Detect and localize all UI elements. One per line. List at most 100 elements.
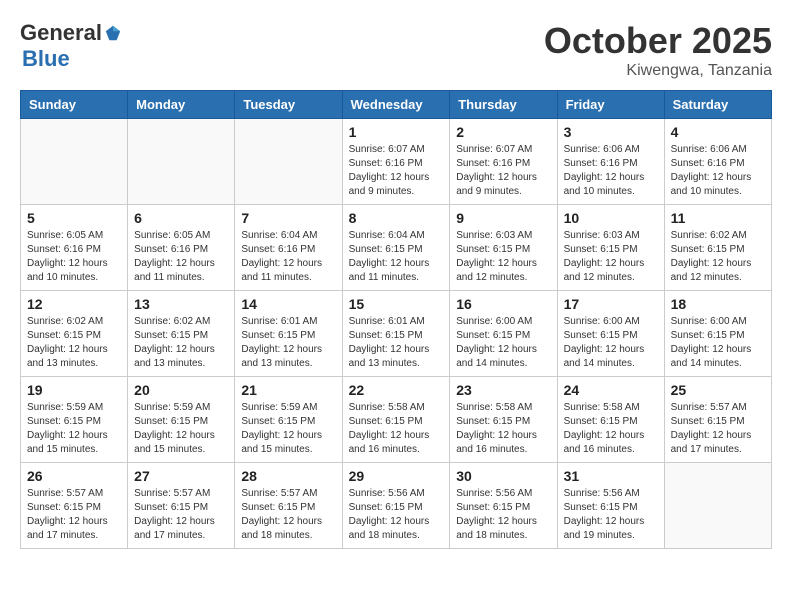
day-number: 2 — [456, 124, 550, 140]
calendar-cell: 22 Sunrise: 5:58 AM Sunset: 6:15 PM Dayli… — [342, 377, 450, 463]
logo-general-text: General — [20, 20, 102, 46]
day-info: Sunrise: 5:59 AM Sunset: 6:15 PM Dayligh… — [134, 401, 228, 457]
month-title: October 2025 — [544, 20, 772, 62]
day-info: Sunrise: 6:05 AM Sunset: 6:16 PM Dayligh… — [134, 229, 228, 285]
calendar-cell: 29 Sunrise: 5:56 AM Sunset: 6:15 PM Dayli… — [342, 463, 450, 549]
day-info: Sunrise: 5:56 AM Sunset: 6:15 PM Dayligh… — [564, 487, 658, 543]
day-info: Sunrise: 6:04 AM Sunset: 6:15 PM Dayligh… — [349, 229, 444, 285]
location-text: Kiwengwa, Tanzania — [544, 62, 772, 80]
day-info: Sunrise: 6:02 AM Sunset: 6:15 PM Dayligh… — [671, 229, 765, 285]
week-row-3: 12Sunrise: 6:02 AM Sunset: 6:15 PM Dayli… — [21, 291, 772, 377]
day-number: 7 — [241, 210, 335, 226]
calendar-cell: 16Sunrise: 6:00 AM Sunset: 6:15 PM Dayli… — [450, 291, 557, 377]
day-info: Sunrise: 6:04 AM Sunset: 6:16 PM Dayligh… — [241, 229, 335, 285]
day-number: 26 — [27, 468, 121, 484]
day-info: Sunrise: 6:05 AM Sunset: 6:16 PM Dayligh… — [27, 229, 121, 285]
day-info: Sunrise: 5:58 AM Sunset: 6:15 PM Dayligh… — [456, 401, 550, 457]
calendar-cell: 24 Sunrise: 5:58 AM Sunset: 6:15 PM Dayli… — [557, 377, 664, 463]
day-number: 14 — [241, 296, 335, 312]
calendar-cell: 17Sunrise: 6:00 AM Sunset: 6:15 PM Dayli… — [557, 291, 664, 377]
day-number: 6 — [134, 210, 228, 226]
weekday-header-row: SundayMondayTuesdayWednesdayThursdayFrid… — [21, 91, 772, 119]
day-number: 22 — [349, 382, 444, 398]
day-info: Sunrise: 5:59 AM Sunset: 6:15 PM Dayligh… — [27, 401, 121, 457]
calendar-cell: 19 Sunrise: 5:59 AM Sunset: 6:15 PM Dayli… — [21, 377, 128, 463]
calendar-cell: 4Sunrise: 6:06 AM Sunset: 6:16 PM Daylig… — [664, 119, 771, 205]
calendar-cell — [235, 119, 342, 205]
calendar-cell: 2 Sunrise: 6:07 AM Sunset: 6:16 PM Daylig… — [450, 119, 557, 205]
calendar-cell: 11 Sunrise: 6:02 AM Sunset: 6:15 PM Dayli… — [664, 205, 771, 291]
day-info: Sunrise: 6:01 AM Sunset: 6:15 PM Dayligh… — [241, 315, 335, 371]
day-number: 29 — [349, 468, 444, 484]
day-number: 5 — [27, 210, 121, 226]
calendar-cell: 3 Sunrise: 6:06 AM Sunset: 6:16 PM Daylig… — [557, 119, 664, 205]
day-number: 13 — [134, 296, 228, 312]
day-number: 19 — [27, 382, 121, 398]
calendar-cell: 13 Sunrise: 6:02 AM Sunset: 6:15 PM Dayli… — [128, 291, 235, 377]
weekday-header-friday: Friday — [557, 91, 664, 119]
calendar-cell — [128, 119, 235, 205]
day-number: 21 — [241, 382, 335, 398]
day-number: 9 — [456, 210, 550, 226]
day-info: Sunrise: 5:58 AM Sunset: 6:15 PM Dayligh… — [349, 401, 444, 457]
calendar-cell: 12Sunrise: 6:02 AM Sunset: 6:15 PM Dayli… — [21, 291, 128, 377]
day-info: Sunrise: 5:57 AM Sunset: 6:15 PM Dayligh… — [671, 401, 765, 457]
calendar-table: SundayMondayTuesdayWednesdayThursdayFrid… — [20, 90, 772, 549]
calendar-cell: 23 Sunrise: 5:58 AM Sunset: 6:15 PM Dayli… — [450, 377, 557, 463]
calendar-cell: 28 Sunrise: 5:57 AM Sunset: 6:15 PM Dayli… — [235, 463, 342, 549]
page-header: General Blue October 2025 Kiwengwa, Tanz… — [20, 20, 772, 80]
day-info: Sunrise: 5:56 AM Sunset: 6:15 PM Dayligh… — [349, 487, 444, 543]
week-row-1: 1 Sunrise: 6:07 AM Sunset: 6:16 PM Daylig… — [21, 119, 772, 205]
weekday-header-monday: Monday — [128, 91, 235, 119]
day-number: 11 — [671, 210, 765, 226]
day-info: Sunrise: 5:57 AM Sunset: 6:15 PM Dayligh… — [134, 487, 228, 543]
calendar-cell: 1 Sunrise: 6:07 AM Sunset: 6:16 PM Daylig… — [342, 119, 450, 205]
day-number: 17 — [564, 296, 658, 312]
weekday-header-sunday: Sunday — [21, 91, 128, 119]
day-number: 24 — [564, 382, 658, 398]
day-info: Sunrise: 6:01 AM Sunset: 6:15 PM Dayligh… — [349, 315, 444, 371]
calendar-cell: 8 Sunrise: 6:04 AM Sunset: 6:15 PM Daylig… — [342, 205, 450, 291]
day-info: Sunrise: 5:57 AM Sunset: 6:15 PM Dayligh… — [241, 487, 335, 543]
day-number: 1 — [349, 124, 444, 140]
day-number: 20 — [134, 382, 228, 398]
day-number: 8 — [349, 210, 444, 226]
logo: General Blue — [20, 20, 122, 72]
calendar-cell: 14 Sunrise: 6:01 AM Sunset: 6:15 PM Dayli… — [235, 291, 342, 377]
day-number: 28 — [241, 468, 335, 484]
weekday-header-wednesday: Wednesday — [342, 91, 450, 119]
title-block: October 2025 Kiwengwa, Tanzania — [544, 20, 772, 80]
week-row-2: 5 Sunrise: 6:05 AM Sunset: 6:16 PM Daylig… — [21, 205, 772, 291]
calendar-cell: 27 Sunrise: 5:57 AM Sunset: 6:15 PM Dayli… — [128, 463, 235, 549]
calendar-cell: 7 Sunrise: 6:04 AM Sunset: 6:16 PM Daylig… — [235, 205, 342, 291]
day-number: 23 — [456, 382, 550, 398]
day-info: Sunrise: 6:00 AM Sunset: 6:15 PM Dayligh… — [456, 315, 550, 371]
day-info: Sunrise: 6:06 AM Sunset: 6:16 PM Dayligh… — [564, 143, 658, 199]
day-info: Sunrise: 5:56 AM Sunset: 6:15 PM Dayligh… — [456, 487, 550, 543]
day-info: Sunrise: 5:57 AM Sunset: 6:15 PM Dayligh… — [27, 487, 121, 543]
day-info: Sunrise: 6:03 AM Sunset: 6:15 PM Dayligh… — [564, 229, 658, 285]
day-number: 18 — [671, 296, 765, 312]
calendar-cell: 26 Sunrise: 5:57 AM Sunset: 6:15 PM Dayli… — [21, 463, 128, 549]
calendar-cell: 5 Sunrise: 6:05 AM Sunset: 6:16 PM Daylig… — [21, 205, 128, 291]
day-info: Sunrise: 6:07 AM Sunset: 6:16 PM Dayligh… — [349, 143, 444, 199]
weekday-header-thursday: Thursday — [450, 91, 557, 119]
day-info: Sunrise: 5:59 AM Sunset: 6:15 PM Dayligh… — [241, 401, 335, 457]
week-row-5: 26 Sunrise: 5:57 AM Sunset: 6:15 PM Dayli… — [21, 463, 772, 549]
calendar-cell: 25Sunrise: 5:57 AM Sunset: 6:15 PM Dayli… — [664, 377, 771, 463]
day-number: 27 — [134, 468, 228, 484]
day-number: 30 — [456, 468, 550, 484]
day-info: Sunrise: 6:02 AM Sunset: 6:15 PM Dayligh… — [134, 315, 228, 371]
calendar-cell: 21 Sunrise: 5:59 AM Sunset: 6:15 PM Dayli… — [235, 377, 342, 463]
weekday-header-saturday: Saturday — [664, 91, 771, 119]
calendar-cell: 20 Sunrise: 5:59 AM Sunset: 6:15 PM Dayli… — [128, 377, 235, 463]
logo-blue-text: Blue — [22, 46, 70, 71]
day-info: Sunrise: 6:07 AM Sunset: 6:16 PM Dayligh… — [456, 143, 550, 199]
day-info: Sunrise: 5:58 AM Sunset: 6:15 PM Dayligh… — [564, 401, 658, 457]
day-number: 3 — [564, 124, 658, 140]
calendar-cell — [21, 119, 128, 205]
calendar-cell: 10Sunrise: 6:03 AM Sunset: 6:15 PM Dayli… — [557, 205, 664, 291]
calendar-cell: 15Sunrise: 6:01 AM Sunset: 6:15 PM Dayli… — [342, 291, 450, 377]
calendar-cell: 31Sunrise: 5:56 AM Sunset: 6:15 PM Dayli… — [557, 463, 664, 549]
calendar-cell: 6 Sunrise: 6:05 AM Sunset: 6:16 PM Daylig… — [128, 205, 235, 291]
